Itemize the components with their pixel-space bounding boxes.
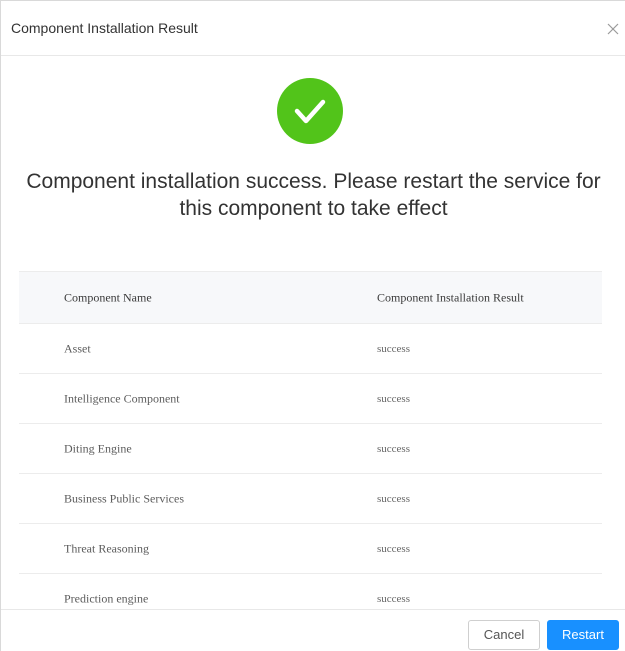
dialog-title: Component Installation Result <box>11 20 198 36</box>
dialog-header: Component Installation Result <box>1 1 625 56</box>
column-header-name: Component Name <box>64 290 152 304</box>
dialog-footer: Cancel Restart <box>1 609 625 651</box>
component-name: Intelligence Component <box>64 391 180 405</box>
install-result: success <box>377 442 410 455</box>
success-message: Component installation success. Please r… <box>26 170 601 220</box>
result-table: Component Name Component Installation Re… <box>19 271 602 609</box>
close-icon[interactable] <box>607 23 619 35</box>
install-result: success <box>377 492 410 505</box>
component-name: Threat Reasoning <box>64 541 149 555</box>
component-name: Prediction engine <box>64 591 149 605</box>
table-row: Threat Reasoning success <box>19 524 602 574</box>
table-header: Component Name Component Installation Re… <box>19 271 602 324</box>
cancel-button[interactable]: Cancel <box>468 620 540 650</box>
install-result: success <box>377 592 410 605</box>
install-result: success <box>377 342 410 355</box>
restart-button[interactable]: Restart <box>547 620 619 650</box>
dialog-body: Component installation success. Please r… <box>1 57 625 609</box>
table-row: Business Public Services success <box>19 474 602 524</box>
table-row: Prediction engine success <box>19 574 602 609</box>
component-name: Business Public Services <box>64 491 184 505</box>
table-row: Intelligence Component success <box>19 374 602 424</box>
install-result: success <box>377 392 410 405</box>
check-circle-icon <box>277 78 343 144</box>
component-name: Asset <box>64 341 91 355</box>
installation-result-dialog: Component Installation Result Component … <box>0 0 625 651</box>
component-name: Diting Engine <box>64 441 132 455</box>
table-row: Diting Engine success <box>19 424 602 474</box>
table-row: Asset success <box>19 324 602 374</box>
install-result: success <box>377 542 410 555</box>
column-header-result: Component Installation Result <box>377 290 524 304</box>
